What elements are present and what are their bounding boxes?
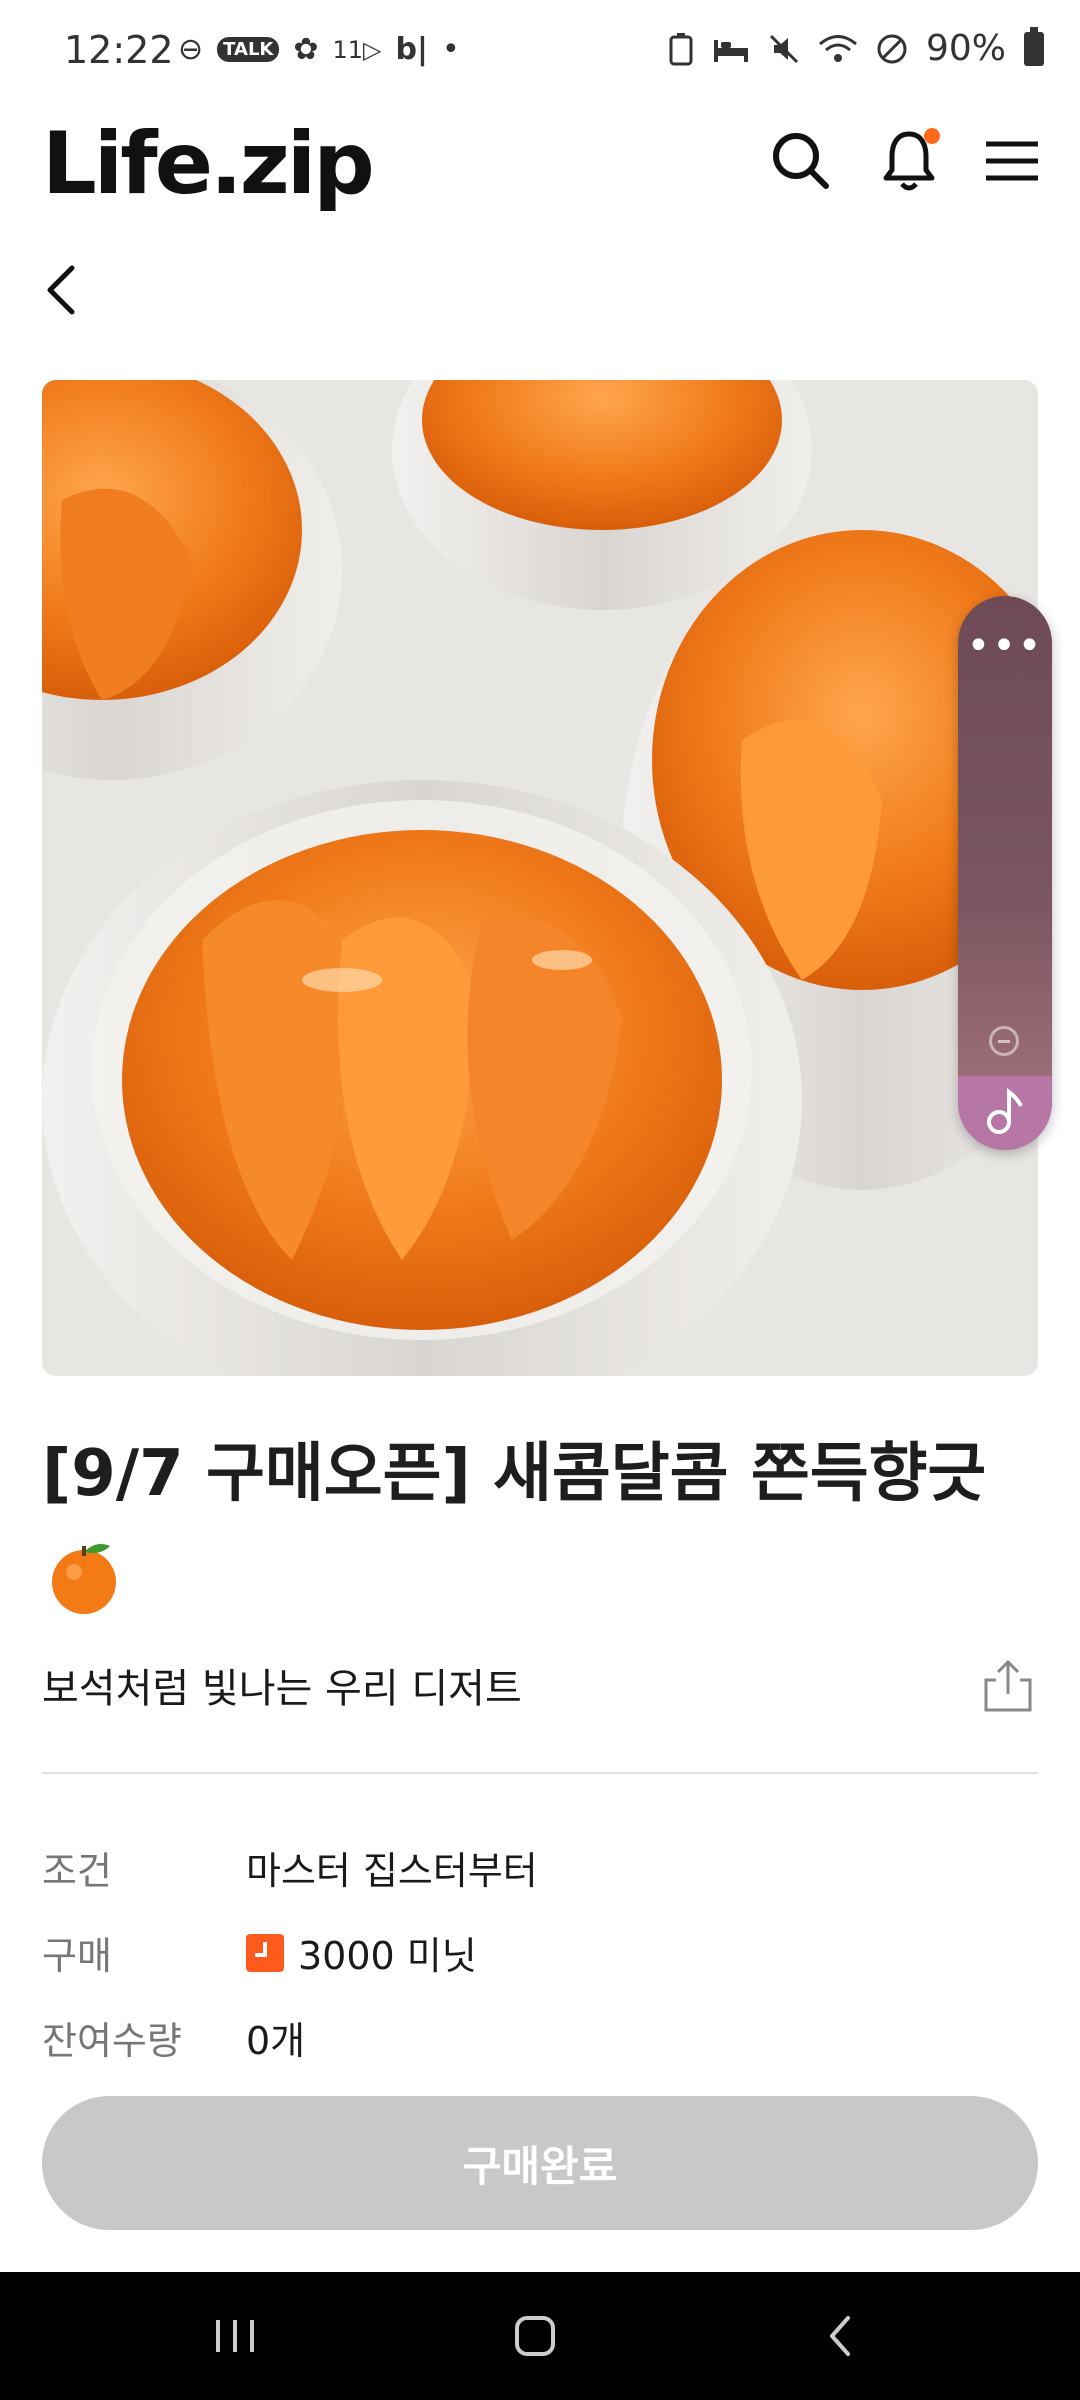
status-bar: 12:22 ⊖ TALK ✿ 11▷ b| • 90%	[0, 0, 1080, 104]
music-note-icon	[987, 1087, 1023, 1134]
price-value: 3000 미닛	[298, 1934, 477, 1978]
wifi-icon	[819, 34, 857, 62]
price-value-wrap: 3000 미닛	[246, 1925, 477, 1980]
product-title: [9/7 구매오픈] 새콤달콤 쫀득향긋	[42, 1437, 987, 1511]
battery-level: 90%	[925, 28, 1006, 69]
info-row-condition: 조건 마스터 집스터부터	[42, 1840, 538, 1895]
sleep-mode-icon	[713, 39, 748, 62]
product-image	[42, 380, 1038, 1376]
orange-emoji-icon	[52, 1544, 116, 1614]
more-options-icon[interactable]: •••	[958, 626, 1052, 666]
condition-value: 마스터 집스터부터	[246, 1849, 538, 1893]
b-icon: b|	[395, 32, 428, 67]
price-label: 구매	[42, 1934, 112, 1978]
purchase-complete-button[interactable]: 구매완료	[42, 2096, 1038, 2230]
app-header: Life.zip	[0, 104, 1080, 234]
notification-dot	[924, 128, 940, 144]
flower-icon: ✿	[293, 32, 319, 67]
back-button[interactable]	[38, 254, 118, 334]
divider	[42, 1772, 1038, 1774]
info-row-stock: 잔여수량 0개	[42, 2010, 305, 2065]
condition-label: 조건	[42, 1849, 112, 1893]
block-icon	[877, 34, 907, 63]
11st-icon: 11▷	[332, 35, 382, 64]
system-nav-bar	[0, 2272, 1080, 2400]
floating-panel[interactable]: •••	[958, 596, 1052, 1150]
stock-label: 잔여수량	[42, 2019, 182, 2063]
recent-apps-icon[interactable]	[200, 2304, 270, 2368]
battery-saver-icon	[669, 32, 693, 65]
product-subtitle: 보석처럼 빛나는 우리 디저트	[42, 1666, 522, 1712]
nav-back-icon[interactable]	[806, 2304, 876, 2368]
share-icon[interactable]	[978, 1656, 1038, 1716]
status-notification-icons: ⊖ TALK ✿ 11▷ b| •	[178, 32, 460, 67]
dot-icon: •	[441, 32, 460, 67]
dnd-icon: ⊖	[178, 32, 204, 67]
minute-icon	[246, 1933, 284, 1972]
app-logo[interactable]: Life.zip	[42, 114, 375, 214]
talk-icon: TALK	[217, 37, 280, 62]
stock-value: 0개	[246, 2019, 306, 2063]
minimize-icon[interactable]	[989, 1026, 1019, 1056]
status-time: 12:22	[64, 28, 174, 72]
search-icon[interactable]	[766, 126, 836, 196]
menu-icon[interactable]	[978, 126, 1048, 196]
info-row-price: 구매 3000 미닛	[42, 1925, 477, 1980]
home-icon[interactable]	[500, 2304, 570, 2368]
battery-icon	[1024, 26, 1044, 66]
mute-icon	[769, 34, 799, 63]
status-system-icons: 90%	[668, 26, 1044, 69]
